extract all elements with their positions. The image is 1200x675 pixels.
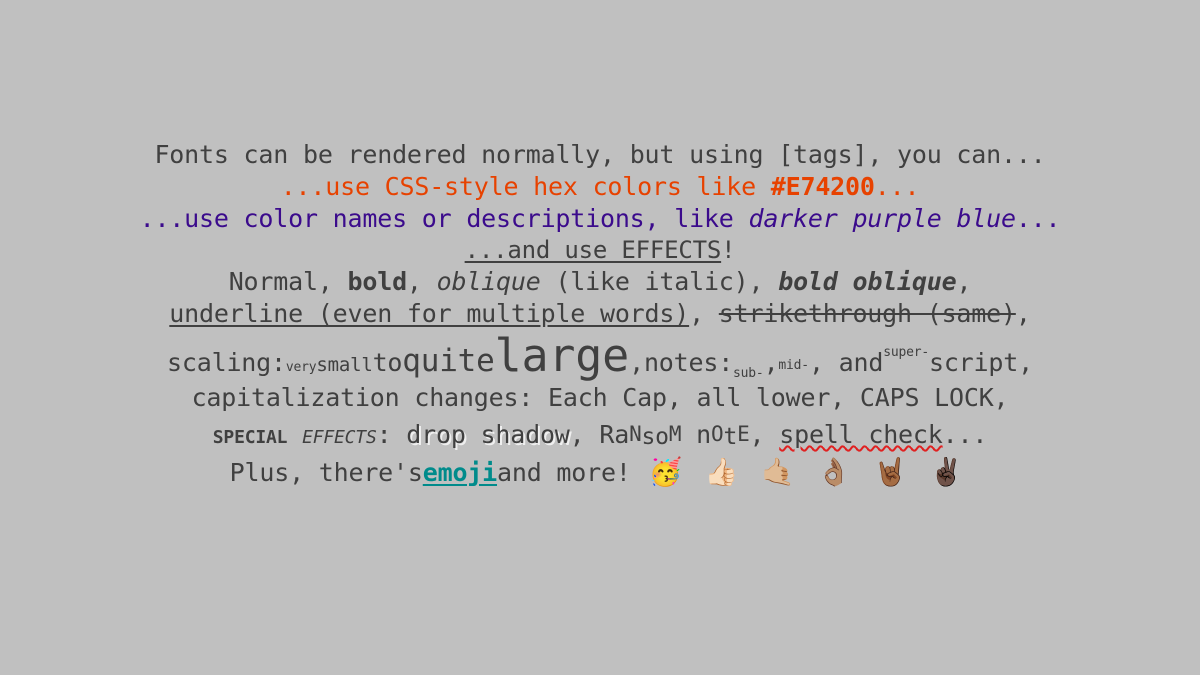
color-names-suffix-text: ... xyxy=(1015,204,1061,233)
special-word-text: Special xyxy=(212,420,288,449)
scale-small-text: small xyxy=(316,354,373,376)
mid-sep-text: , and xyxy=(808,348,884,377)
intro-text: Fonts can be rendered normally, but usin… xyxy=(154,140,1046,169)
text-rendering-demo-canvas: Fonts can be rendered normally, but usin… xyxy=(0,0,1200,675)
weights-mid-text: (like italic), xyxy=(540,267,779,296)
bold-text: bold xyxy=(347,267,408,296)
color-name-demo-text: darker purple blue xyxy=(748,204,1017,233)
superscript-demo-text: super- xyxy=(883,345,929,360)
decorations-end-text: , xyxy=(1015,299,1031,328)
line-intro: Fonts can be rendered normally, but usin… xyxy=(154,142,1045,174)
line-font-weights: Normal, bold, oblique (like italic), bol… xyxy=(229,269,972,301)
notes-label-text: notes: xyxy=(643,348,734,377)
ransom-part-6: t xyxy=(723,424,738,450)
special-colon-text: : xyxy=(376,420,407,449)
line-special-effects: Special Effects: drop shadow, RaNsoM nOt… xyxy=(212,420,988,455)
oblique-text: oblique xyxy=(436,267,541,296)
hex-suffix-text: ... xyxy=(874,172,920,201)
normal-text: Normal, xyxy=(228,267,348,296)
ransom-note-demo-text: RaNsoM nOtE xyxy=(599,420,749,449)
weights-end-text: , xyxy=(956,267,972,296)
emoji-line-prefix-text: Plus, there's xyxy=(229,457,423,487)
effects-word-text: Effects xyxy=(302,420,377,449)
ransom-part-1: N xyxy=(629,422,642,446)
sub-sep-text: , xyxy=(763,348,779,377)
capitalization-text: capitalization changes: Each Cap, all lo… xyxy=(191,383,1009,412)
line-effects-heading: ...and use EFFECTS! xyxy=(465,238,736,269)
emoji-line-tail-text: and more! xyxy=(497,457,631,487)
underline-demo-text: underline (even for multiple words) xyxy=(169,299,690,328)
midscript-demo-text: mid- xyxy=(778,358,809,373)
subscript-demo-text: sub- xyxy=(733,366,764,381)
scale-large-text: large xyxy=(494,329,630,382)
scaling-label-text: scaling: xyxy=(167,348,286,377)
special-ellipsis-text: ... xyxy=(942,420,988,449)
bold-oblique-text: bold oblique xyxy=(778,267,957,296)
ransom-part-4: n xyxy=(681,420,711,449)
scale-quite-text: quite xyxy=(402,343,495,379)
ransom-part-7: E xyxy=(737,422,750,446)
special-space-text xyxy=(287,420,302,449)
effects-heading-underlined-text: ...and use EFFECTS xyxy=(464,236,722,264)
strikethrough-demo-text: strikethrough (same) xyxy=(718,299,1016,328)
scale-very-text: very xyxy=(285,360,317,375)
ransom-part-0: Ra xyxy=(599,420,630,449)
decorations-sep-text: , xyxy=(689,299,719,328)
spell-check-demo-text: spell check xyxy=(779,420,943,449)
emoji-glyph-run: 🥳 👍🏻 🤙🏼 👌🏽 🤘🏾 ✌🏿 xyxy=(648,456,971,488)
special-sep2-text: , xyxy=(749,420,780,449)
line-hex-colors: ...use CSS-style hex colors like #E74200… xyxy=(281,174,920,206)
drop-shadow-demo-text: drop shadow xyxy=(406,420,570,449)
special-sep1-text: , xyxy=(569,420,600,449)
effects-heading-tail-text: ! xyxy=(721,236,736,264)
ransom-part-5: O xyxy=(710,422,724,446)
ransom-part-3: M xyxy=(668,422,682,446)
script-word-text: script, xyxy=(928,348,1033,377)
ransom-part-2: so xyxy=(641,424,669,450)
color-names-prefix-text: ...use color names or descriptions, like xyxy=(139,204,749,233)
line-color-names: ...use color names or descriptions, like… xyxy=(140,206,1061,238)
line-emoji: Plus, there's emoji and more! 🥳 👍🏻 🤙🏼 👌🏽 … xyxy=(230,455,971,489)
weights-sep1-text: , xyxy=(406,267,437,296)
emoji-word-text: emoji xyxy=(422,457,498,487)
line-capitalization: capitalization changes: Each Cap, all lo… xyxy=(192,385,1009,422)
hex-prefix-text: ...use CSS-style hex colors like xyxy=(280,172,771,201)
scale-to-text: to xyxy=(372,348,403,377)
line-scaling: scaling: very small to quite large, notes… xyxy=(167,333,1033,385)
scaling-comma-text: , xyxy=(629,348,644,377)
hex-code-value: #E74200 xyxy=(770,172,875,201)
